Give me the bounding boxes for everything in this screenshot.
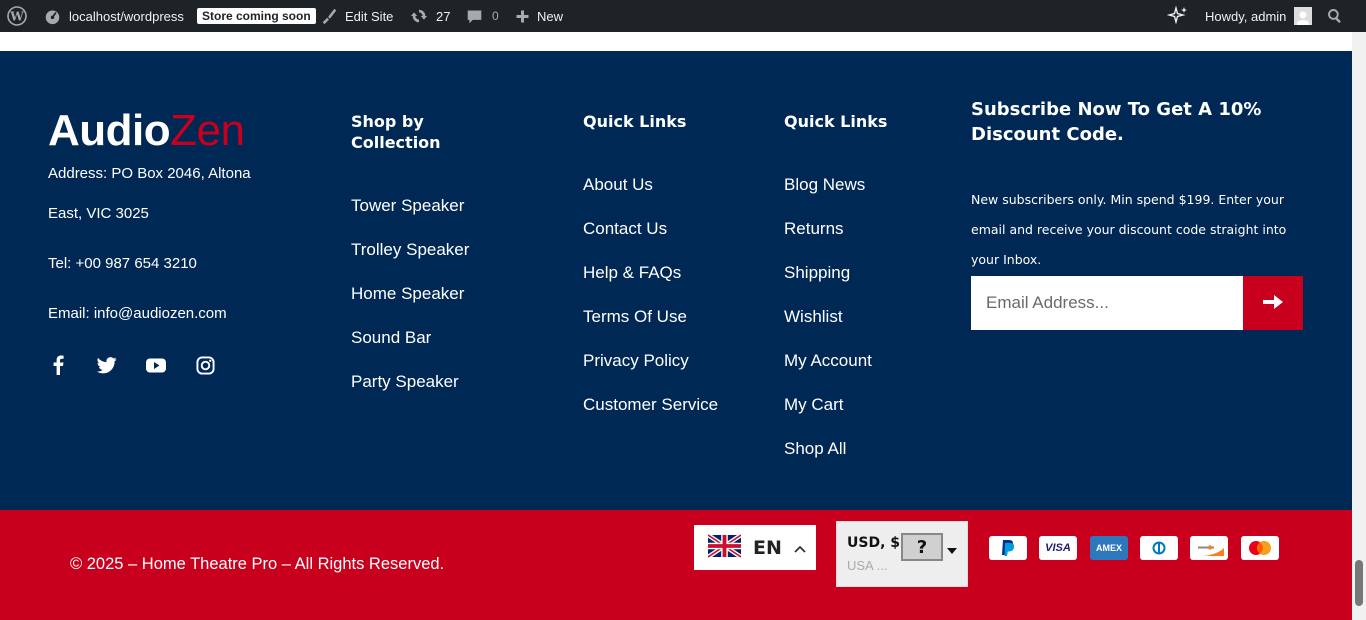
quick-links-title-1: Quick Links (583, 112, 687, 131)
language-switcher[interactable]: EN (694, 525, 816, 570)
uk-flag-icon (706, 532, 743, 562)
visa-icon: VISA (1039, 536, 1077, 560)
address-line-1: Address: PO Box 2046, Altona (48, 165, 251, 182)
admin-bar: W localhost/wordpress Store coming soon … (0, 0, 1366, 32)
email-address: Email: info@audiozen.com (48, 305, 227, 322)
language-code: EN (753, 536, 782, 559)
link-trolley-speaker[interactable]: Trolley Speaker (351, 240, 469, 260)
mastercard-icon (1241, 536, 1279, 560)
chevron-up-icon (794, 538, 806, 557)
howdy-text: Howdy, admin (1205, 8, 1287, 24)
collection-title: Shop by Collection (351, 112, 441, 152)
link-shipping[interactable]: Shipping (784, 263, 850, 283)
updates-link[interactable]: 27 (410, 0, 450, 32)
email-input[interactable] (986, 293, 1243, 313)
content-edge (0, 32, 1352, 51)
plus-icon (515, 9, 530, 24)
link-sound-bar[interactable]: Sound Bar (351, 328, 431, 348)
email-field[interactable] (971, 276, 1243, 330)
comments-link[interactable]: 0 (466, 0, 499, 32)
site-footer: AudioZen Address: PO Box 2046, Altona Ea… (0, 51, 1352, 510)
diners-club-icon (1140, 536, 1178, 560)
link-terms-of-use[interactable]: Terms Of Use (583, 307, 687, 327)
currency-country: USA ... (847, 558, 888, 573)
copyright-text: © 2025 – Home Theatre Pro – All Rights R… (70, 555, 445, 573)
comments-count: 0 (492, 9, 499, 23)
edit-site-link[interactable]: Edit Site (320, 0, 393, 32)
link-help-faqs[interactable]: Help & FAQs (583, 263, 681, 283)
subscribe-submit-button[interactable] (1243, 276, 1303, 330)
youtube-icon[interactable] (146, 355, 166, 375)
arrow-right-icon (1263, 294, 1283, 313)
link-returns[interactable]: Returns (784, 219, 844, 239)
new-content-link[interactable]: New (515, 0, 563, 32)
footer-bottom-bar: © 2025 – Home Theatre Pro – All Rights R… (0, 510, 1352, 620)
link-wishlist[interactable]: Wishlist (784, 307, 843, 327)
amex-icon: AMEX (1090, 536, 1128, 560)
link-privacy-policy[interactable]: Privacy Policy (583, 351, 689, 371)
paypal-icon (989, 536, 1027, 560)
dashboard-icon (44, 8, 61, 25)
subscribe-title: Subscribe Now To Get A 10% Discount Code… (971, 99, 1262, 145)
audiozen-logo[interactable]: AudioZen (48, 107, 245, 155)
brush-icon (320, 7, 338, 25)
currency-switcher[interactable]: USD, $ ? USA ... (836, 521, 968, 587)
phone-number: Tel: +00 987 654 3210 (48, 255, 197, 272)
subscribe-description: New subscribers only. Min spend $199. En… (971, 192, 1287, 267)
page-scrollbar[interactable] (1352, 32, 1366, 620)
link-about-us[interactable]: About Us (583, 175, 653, 195)
site-name: localhost/wordpress (69, 8, 184, 24)
svg-text:W: W (9, 10, 24, 24)
link-blog-news[interactable]: Blog News (784, 175, 865, 195)
ai-sparkle-icon[interactable] (1167, 0, 1189, 32)
avatar (1294, 7, 1313, 25)
link-my-account[interactable]: My Account (784, 351, 872, 371)
site-name-link[interactable]: localhost/wordpress (44, 0, 184, 32)
store-status-badge[interactable]: Store coming soon (197, 0, 316, 32)
link-shop-all[interactable]: Shop All (784, 439, 846, 459)
link-tower-speaker[interactable]: Tower Speaker (351, 196, 464, 216)
wordpress-logo-icon[interactable]: W (7, 0, 27, 32)
missing-flag-icon: ? (901, 533, 943, 561)
twitter-icon[interactable] (97, 355, 117, 375)
address-line-2: East, VIC 3025 (48, 205, 149, 222)
link-party-speaker[interactable]: Party Speaker (351, 372, 459, 392)
link-contact-us[interactable]: Contact Us (583, 219, 667, 239)
updates-count: 27 (436, 8, 451, 24)
facebook-icon[interactable] (48, 355, 68, 375)
link-home-speaker[interactable]: Home Speaker (351, 284, 464, 304)
account-menu[interactable]: Howdy, admin (1205, 0, 1313, 32)
caret-down-icon (947, 548, 957, 554)
quick-links-title-2: Quick Links (784, 112, 888, 131)
scrollbar-thumb[interactable] (1355, 560, 1363, 606)
discover-icon (1190, 536, 1228, 560)
updates-icon (410, 7, 428, 25)
link-my-cart[interactable]: My Cart (784, 395, 844, 415)
currency-label: USD, $ (847, 535, 901, 551)
social-links (48, 355, 215, 375)
instagram-icon[interactable] (195, 355, 215, 375)
link-customer-service[interactable]: Customer Service (583, 395, 718, 415)
comment-icon (466, 8, 483, 25)
search-icon[interactable] (1327, 0, 1343, 32)
